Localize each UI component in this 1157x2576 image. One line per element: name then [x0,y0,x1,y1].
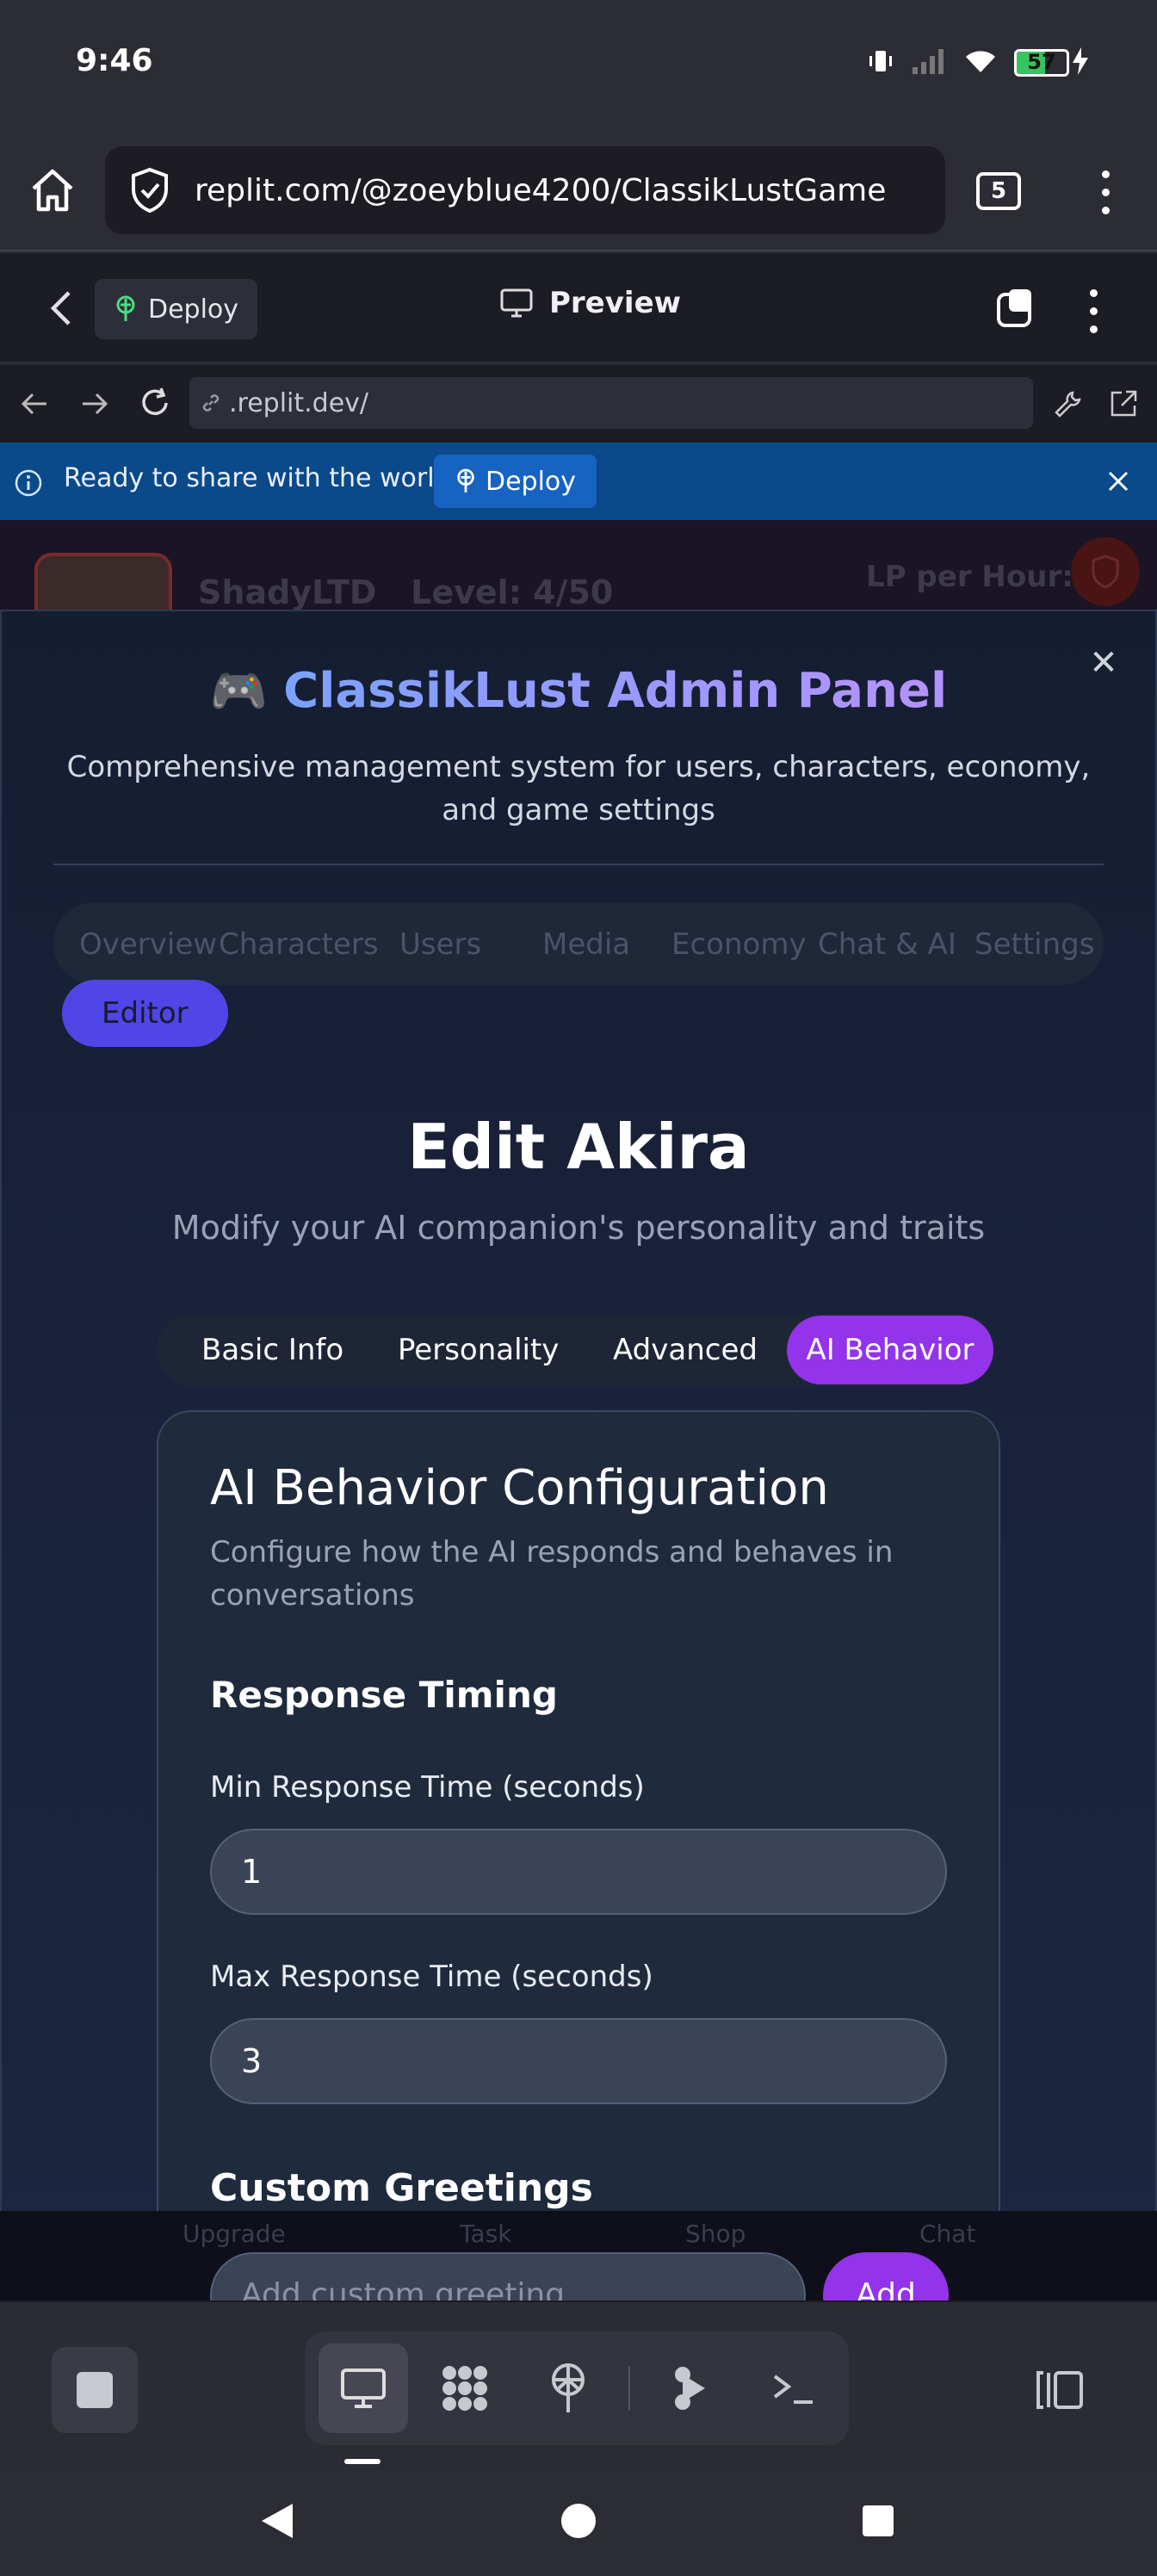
section-custom-greetings: Custom Greetings [210,2166,593,2210]
tool-divider [628,2366,630,2411]
tab-characters[interactable]: Characters [219,927,379,962]
tab-settings[interactable]: Settings [974,927,1094,962]
tab-chat-ai[interactable]: Chat & AI [818,927,956,962]
monitor-icon [341,2369,386,2408]
wifi-icon [962,46,999,79]
tab-advanced[interactable]: Advanced [613,1333,758,1367]
preview-label: Preview [549,286,682,320]
close-icon[interactable] [1105,468,1131,494]
preview-title[interactable]: Preview [499,286,681,320]
min-response-label: Min Response Time (seconds) [210,1770,645,1805]
link-icon [202,394,220,412]
nav-shop[interactable]: Shop [685,2220,746,2248]
home-circle-icon[interactable] [560,2502,597,2540]
tab-users[interactable]: Users [399,927,481,962]
deploy-banner: Ready to share with the world? Deploy [0,443,1157,520]
deploy-tool[interactable] [523,2344,613,2433]
status-icons: 57 [866,46,1088,79]
stop-button[interactable] [52,2347,138,2433]
reload-icon[interactable] [138,386,172,420]
max-response-label: Max Response Time (seconds) [210,1960,653,1994]
deploy-icon [552,2363,585,2412]
preview-navigation: .replit.dev/ [0,365,1157,443]
replit-menu-icon[interactable] [1085,289,1102,333]
address-bar[interactable]: replit.com/@zoeyblue4200/ClassikLustGame [105,146,945,234]
admin-panel-title: 🎮 ClassikLust Admin Panel [209,663,948,719]
status-time: 9:46 [76,43,153,78]
info-icon [15,469,42,497]
card-title: AI Behavior Configuration [210,1460,829,1516]
nav-task[interactable]: Task [460,2220,511,2248]
player-info: ShadyLTD Level: 4/50 [198,573,614,611]
lp-per-hour-label: LP per Hour: [866,560,1073,594]
editor-subtitle: Modify your AI companion's personality a… [171,1209,986,1247]
agent-tool[interactable] [647,2344,737,2433]
nav-back-icon[interactable] [19,389,50,418]
tab-editor[interactable]: Editor [62,980,228,1047]
home-button[interactable] [24,162,81,219]
nav-forward-icon[interactable] [79,389,110,418]
shield-icon [1071,537,1140,606]
min-response-input[interactable]: 1 [210,1829,947,1915]
split-view-button[interactable] [1026,2356,1095,2424]
banner-text: Ready to share with the world? [64,463,465,493]
editor-title: Edit Akira [407,1111,750,1183]
tab-personality[interactable]: Personality [398,1333,559,1367]
active-tool-indicator [344,2459,381,2464]
nav-chat[interactable]: Chat [919,2220,975,2248]
max-response-input[interactable]: 3 [210,2018,947,2104]
tab-switcher-button[interactable]: 5 [976,172,1021,210]
deploy-button[interactable]: Deploy [95,279,258,339]
deploy-label: Deploy [148,294,239,325]
shield-check-icon [132,167,168,214]
section-response-timing: Response Timing [210,1674,558,1716]
nav-upgrade[interactable]: Upgrade [183,2220,286,2248]
tab-economy[interactable]: Economy [671,927,807,962]
recents-square-icon[interactable] [861,2504,895,2538]
tab-basic-info[interactable]: Basic Info [201,1333,343,1367]
address-text: replit.com/@zoeyblue4200/ClassikLustGame [195,172,887,208]
preview-url-field[interactable]: .replit.dev/ [189,377,1033,429]
banner-deploy-button[interactable]: Deploy [434,455,597,508]
vibrate-icon [866,46,895,79]
divider [53,864,1104,865]
charging-icon [1073,47,1088,78]
home-icon [32,169,73,212]
battery-icon: 57 [1014,49,1069,77]
shell-tool[interactable] [749,2344,838,2433]
stop-icon [77,2372,113,2408]
monitor-icon [500,288,533,318]
deploy-icon [116,295,135,321]
deploy-icon [457,468,474,492]
tab-media[interactable]: Media [542,927,630,962]
preview-tool[interactable] [319,2344,408,2433]
split-view-icon [1036,2371,1083,2409]
card-description: Configure how the AI responds and behave… [210,1535,894,1613]
admin-panel-subtitle: Comprehensive management system for user… [66,750,1091,827]
back-chevron-icon[interactable] [45,288,79,329]
signal-icon [911,46,947,79]
browser-menu-icon[interactable] [1097,170,1114,214]
preview-url-text: .replit.dev/ [229,387,369,418]
system-navigation-bar [0,2471,1157,2576]
terminal-icon [773,2375,813,2404]
wrench-icon[interactable] [1052,387,1085,420]
agent-icon [675,2367,705,2410]
tab-ai-behavior[interactable]: AI Behavior [787,1316,993,1384]
browser-toolbar: replit.com/@zoeyblue4200/ClassikLustGame… [0,129,1157,251]
replit-header: Deploy Preview [0,253,1157,363]
layers-icon[interactable] [995,288,1038,331]
grid-blocks-icon [442,2366,487,2411]
gamepad-icon: 🎮 [209,663,269,718]
external-link-icon[interactable] [1107,387,1140,420]
tab-overview[interactable]: Overview [79,927,217,962]
back-triangle-icon[interactable] [258,2500,296,2542]
files-tool[interactable] [420,2344,510,2433]
